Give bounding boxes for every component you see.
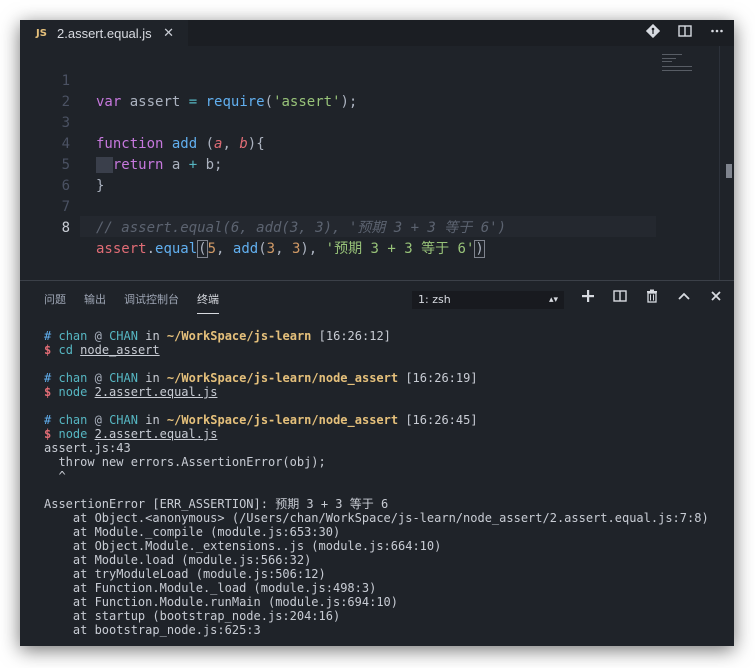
file-tab[interactable]: JS 2.assert.equal.js ✕ [20,20,188,46]
prompt-line: # chan @ CHAN in ~/WorkSpace/js-learn [1… [44,329,391,343]
tab-debug-console[interactable]: 调试控制台 [124,291,179,314]
tab-bar: JS 2.assert.equal.js ✕ [20,20,734,46]
tab-terminal[interactable]: 终端 [197,291,219,314]
panel-tabs: 问题 输出 调试控制台 终端 [44,291,219,314]
code-text: assert.equal(5, add(3, 3), '预期 3 + 3 等于 … [96,240,485,258]
prompt-line: # chan @ CHAN in ~/WorkSpace/js-learn/no… [44,371,478,385]
output-line: at Module.load (module.js:566:32) [44,553,312,567]
git-compare-icon[interactable] [644,23,662,42]
output-line: AssertionError [ERR_ASSERTION]: 预期 3 + 3… [44,497,389,511]
output-line: throw new errors.AssertionError(obj); [44,455,326,469]
editor-scrollbar[interactable] [719,46,734,280]
chevron-up-icon[interactable] [674,289,694,307]
output-line: assert.js:43 [44,441,131,455]
output-line: at startup (bootstrap_node.js:204:16) [44,609,341,623]
close-icon[interactable]: ✕ [163,26,174,41]
output-line: at Object.<anonymous> (/Users/chan/WorkS… [44,511,709,525]
close-panel-icon[interactable] [706,289,726,307]
split-icon[interactable] [610,289,630,307]
code-line: 8 assert.equal(5, add(3, 3), '预期 3 + 3 等… [20,197,720,258]
code-line: 6 [20,155,720,194]
bottom-panel: 问题 输出 调试控制台 终端 1: zsh ▴▾ # chan @ CHAN i… [20,280,734,646]
terminal-output[interactable]: # chan @ CHAN in ~/WorkSpace/js-learn [1… [44,329,724,637]
output-line: at tryModuleLoad (module.js:506:12) [44,567,326,581]
prompt-line: # chan @ CHAN in ~/WorkSpace/js-learn/no… [44,413,478,427]
output-line: ^ [44,469,66,483]
line-number: 8 [61,220,70,236]
output-line: at Module._compile (module.js:653:30) [44,525,341,539]
code-line: 4 return a + b; [20,113,720,173]
tab-output[interactable]: 输出 [84,291,106,314]
js-file-icon: JS [36,27,47,39]
output-line: at Object.Module._extensions..js (module… [44,539,442,553]
tab-problems[interactable]: 问题 [44,291,66,314]
code-line: 3 function add (a, b){ [20,92,720,152]
split-editor-icon[interactable] [676,24,694,42]
command-line: $ node 2.assert.equal.js [44,427,218,441]
trash-icon[interactable] [642,289,662,307]
editor-actions [644,20,726,46]
chevron-updown-icon: ▴▾ [548,295,558,305]
minimap[interactable] [656,46,728,106]
add-icon[interactable] [578,289,598,307]
shell-select-value: 1: zsh [418,293,451,306]
code-line: 2 [20,71,720,110]
code-line: 5 } [20,134,720,194]
panel-actions [578,289,726,307]
shell-select[interactable]: 1: zsh ▴▾ [412,291,564,309]
output-line: at Function.Module.runMain (module.js:69… [44,595,399,609]
editor-window: JS 2.assert.equal.js ✕ 1 var assert = re… [20,20,734,646]
command-line: $ cd node_assert [44,343,160,357]
output-line: at Function.Module._load (module.js:498:… [44,581,377,595]
code-comment: // assert.equal(6, add(3, 3), '预期 3 + 3 … [96,220,507,236]
code-line: 1 var assert = require('assert'); [20,50,720,110]
code-editor[interactable]: 1 var assert = require('assert'); 2 3 fu… [20,46,734,280]
output-line: at bootstrap_node.js:625:3 [44,623,261,637]
file-tab-label: 2.assert.equal.js [57,25,152,41]
code-line: 7 // assert.equal(6, add(3, 3), '预期 3 + … [20,176,720,236]
scroll-indicator [726,164,732,178]
command-line: $ node 2.assert.equal.js [44,385,218,399]
more-icon[interactable] [708,24,726,42]
